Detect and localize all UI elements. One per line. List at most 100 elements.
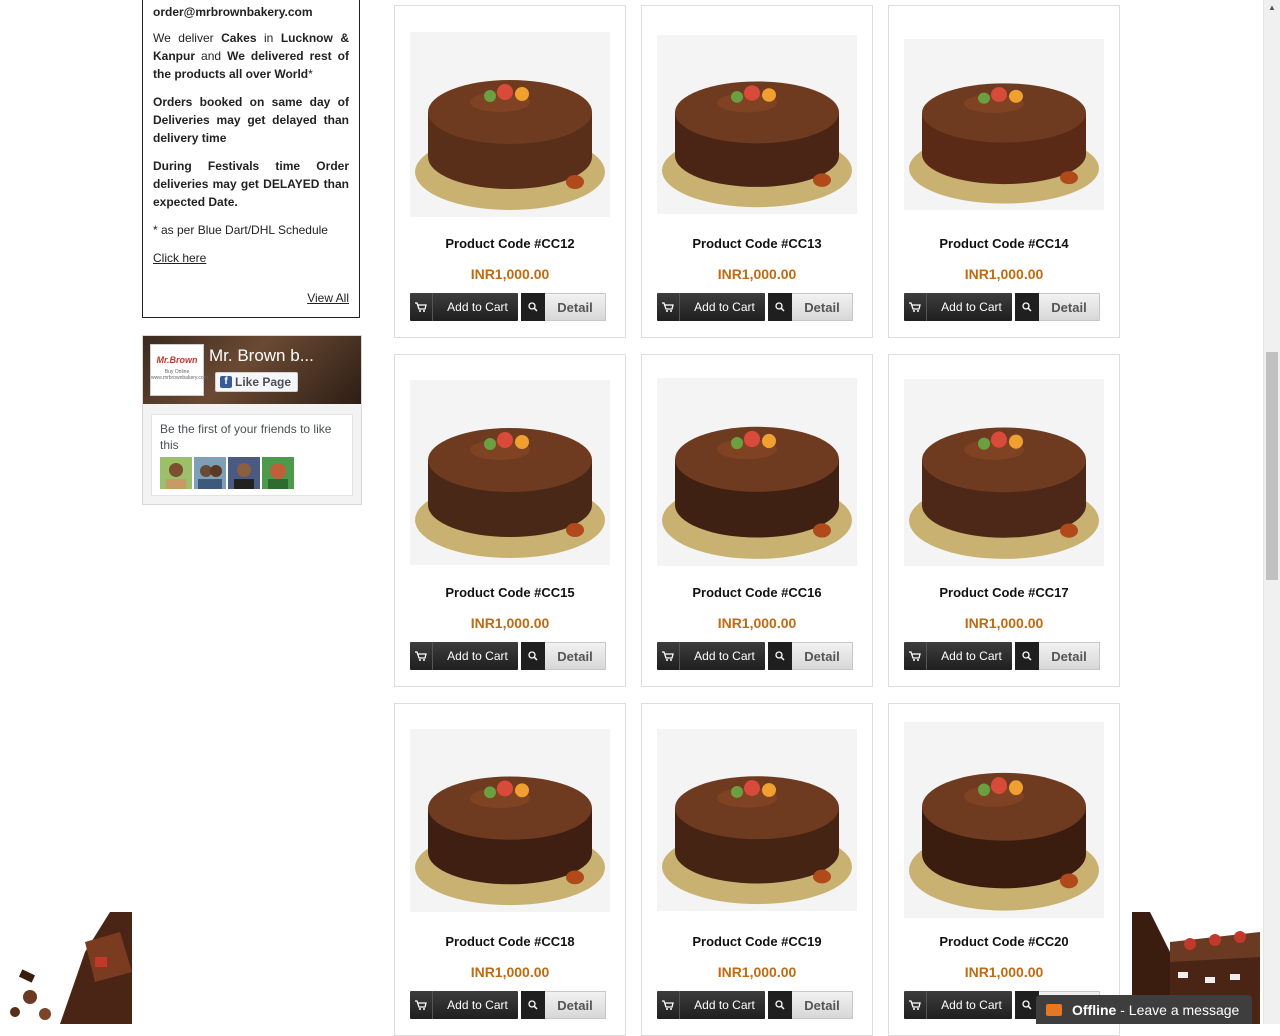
fb-friends-text: Be the first of your friends to like thi… xyxy=(160,422,332,452)
product-image[interactable] xyxy=(904,39,1104,210)
product-image[interactable] xyxy=(657,35,857,214)
product-price: INR1,000.00 xyxy=(964,615,1044,631)
fb-cover-image[interactable]: Mr.Brown Buy Online www.mrbrownbakery.co… xyxy=(143,336,361,404)
add-to-cart-button[interactable]: Add to Cart xyxy=(657,293,765,321)
product-card: Product Code #CC13 INR1,000.00 Add to Ca… xyxy=(641,5,873,338)
product-code[interactable]: Product Code #CC15 xyxy=(395,585,625,600)
add-to-cart-button[interactable]: Add to Cart xyxy=(904,642,1012,670)
product-code[interactable]: Product Code #CC18 xyxy=(395,934,625,949)
add-to-cart-label: Add to Cart xyxy=(447,998,508,1012)
detail-button[interactable]: Detail xyxy=(768,642,853,670)
contact-email: order@mrbrownbakery.com xyxy=(153,5,313,19)
decorative-cake-left xyxy=(0,912,132,1024)
same-day-note: Orders booked on same day of Deliveries … xyxy=(153,95,349,145)
avatar[interactable] xyxy=(262,457,294,489)
detail-label: Detail xyxy=(557,648,593,664)
delivery-areas-text: We deliver Cakes in Lucknow & Kanpur and… xyxy=(153,29,349,83)
cart-icon xyxy=(410,991,433,1019)
product-price: INR1,000.00 xyxy=(717,964,797,980)
add-to-cart-button[interactable]: Add to Cart xyxy=(410,991,518,1019)
logo-subtext: Buy Online www.mrbrownbakery.com xyxy=(151,369,208,381)
product-price: INR1,000.00 xyxy=(717,266,797,282)
product-code[interactable]: Product Code #CC14 xyxy=(889,236,1119,251)
product-card: Product Code #CC16 INR1,000.00 Add to Ca… xyxy=(641,354,873,687)
delivery-info-box: order@mrbrownbakery.com We deliver Cakes… xyxy=(142,0,360,318)
fb-page-logo[interactable]: Mr.Brown Buy Online www.mrbrownbakery.co… xyxy=(150,344,208,396)
avatar[interactable] xyxy=(194,457,226,489)
chat-message: - Leave a message xyxy=(1116,1001,1240,1018)
add-to-cart-button[interactable]: Add to Cart xyxy=(657,642,765,670)
detail-label: Detail xyxy=(557,997,593,1013)
product-code[interactable]: Product Code #CC13 xyxy=(642,236,872,251)
detail-button[interactable]: Detail xyxy=(521,642,606,670)
product-image[interactable] xyxy=(657,378,857,566)
fb-page-name[interactable]: Mr. Brown b... xyxy=(209,346,314,366)
product-image[interactable] xyxy=(904,722,1104,918)
product-image[interactable] xyxy=(410,729,610,912)
add-to-cart-label: Add to Cart xyxy=(447,300,508,314)
facebook-icon: f xyxy=(220,376,232,388)
envelope-icon xyxy=(1046,1003,1062,1016)
product-image[interactable] xyxy=(904,379,1104,566)
click-here-link[interactable]: Click here xyxy=(153,251,206,265)
detail-button[interactable]: Detail xyxy=(521,293,606,321)
page-scrollbar[interactable]: ▲ xyxy=(1263,0,1280,1024)
product-card: Product Code #CC20 INR1,000.00 Add to Ca… xyxy=(888,703,1120,1036)
add-to-cart-button[interactable]: Add to Cart xyxy=(410,642,518,670)
chat-status-text: Offline - Leave a message xyxy=(1072,1002,1239,1018)
avatar[interactable] xyxy=(160,457,192,489)
product-card: Product Code #CC14 INR1,000.00 Add to Ca… xyxy=(888,5,1120,338)
scroll-up-arrow-icon[interactable]: ▲ xyxy=(1268,3,1276,12)
add-to-cart-label: Add to Cart xyxy=(941,300,1002,314)
text-segment: We deliver xyxy=(153,31,214,45)
product-price: INR1,000.00 xyxy=(717,615,797,631)
like-page-label: Like Page xyxy=(235,375,292,389)
magnifier-icon xyxy=(521,293,545,321)
festival-note: During Festivals time Order deliveries m… xyxy=(153,159,349,209)
schedule-note: * as per Blue Dart/DHL Schedule xyxy=(153,223,328,237)
product-card: Product Code #CC17 INR1,000.00 Add to Ca… xyxy=(888,354,1120,687)
add-to-cart-label: Add to Cart xyxy=(941,649,1002,663)
product-code[interactable]: Product Code #CC17 xyxy=(889,585,1119,600)
detail-label: Detail xyxy=(804,997,840,1013)
chat-widget-bar[interactable]: Offline - Leave a message xyxy=(1036,995,1252,1024)
product-code[interactable]: Product Code #CC20 xyxy=(889,934,1119,949)
cart-icon xyxy=(904,991,927,1019)
detail-label: Detail xyxy=(557,299,593,315)
product-price: INR1,000.00 xyxy=(964,266,1044,282)
add-to-cart-button[interactable]: Add to Cart xyxy=(410,293,518,321)
detail-button[interactable]: Detail xyxy=(768,991,853,1019)
add-to-cart-button[interactable]: Add to Cart xyxy=(904,991,1012,1019)
facebook-page-widget: Mr.Brown Buy Online www.mrbrownbakery.co… xyxy=(142,335,362,505)
product-code[interactable]: Product Code #CC16 xyxy=(642,585,872,600)
detail-label: Detail xyxy=(1051,648,1087,664)
magnifier-icon xyxy=(521,642,545,670)
fb-like-page-button[interactable]: f Like Page xyxy=(215,372,299,392)
product-card: Product Code #CC19 INR1,000.00 Add to Ca… xyxy=(641,703,873,1036)
product-code[interactable]: Product Code #CC19 xyxy=(642,934,872,949)
product-price: INR1,000.00 xyxy=(470,964,550,980)
avatar[interactable] xyxy=(228,457,260,489)
detail-button[interactable]: Detail xyxy=(521,991,606,1019)
view-all-link[interactable]: View All xyxy=(307,291,349,305)
scrollbar-thumb[interactable] xyxy=(1266,352,1278,580)
add-to-cart-button[interactable]: Add to Cart xyxy=(904,293,1012,321)
product-image[interactable] xyxy=(410,32,610,217)
detail-label: Detail xyxy=(804,299,840,315)
add-to-cart-button[interactable]: Add to Cart xyxy=(657,991,765,1019)
product-code[interactable]: Product Code #CC12 xyxy=(395,236,625,251)
detail-button[interactable]: Detail xyxy=(1015,293,1100,321)
detail-button[interactable]: Detail xyxy=(768,293,853,321)
cart-icon xyxy=(657,293,680,321)
fb-friends-panel: Be the first of your friends to like thi… xyxy=(151,414,353,496)
cart-icon xyxy=(657,642,680,670)
cart-icon xyxy=(657,991,680,1019)
detail-button[interactable]: Detail xyxy=(1015,642,1100,670)
product-image[interactable] xyxy=(410,380,610,565)
product-card: Product Code #CC12 INR1,000.00 Add to Ca… xyxy=(394,5,626,338)
detail-label: Detail xyxy=(1051,299,1087,315)
product-card: Product Code #CC18 INR1,000.00 Add to Ca… xyxy=(394,703,626,1036)
product-image[interactable] xyxy=(657,729,857,911)
add-to-cart-label: Add to Cart xyxy=(447,649,508,663)
cart-icon xyxy=(410,293,433,321)
